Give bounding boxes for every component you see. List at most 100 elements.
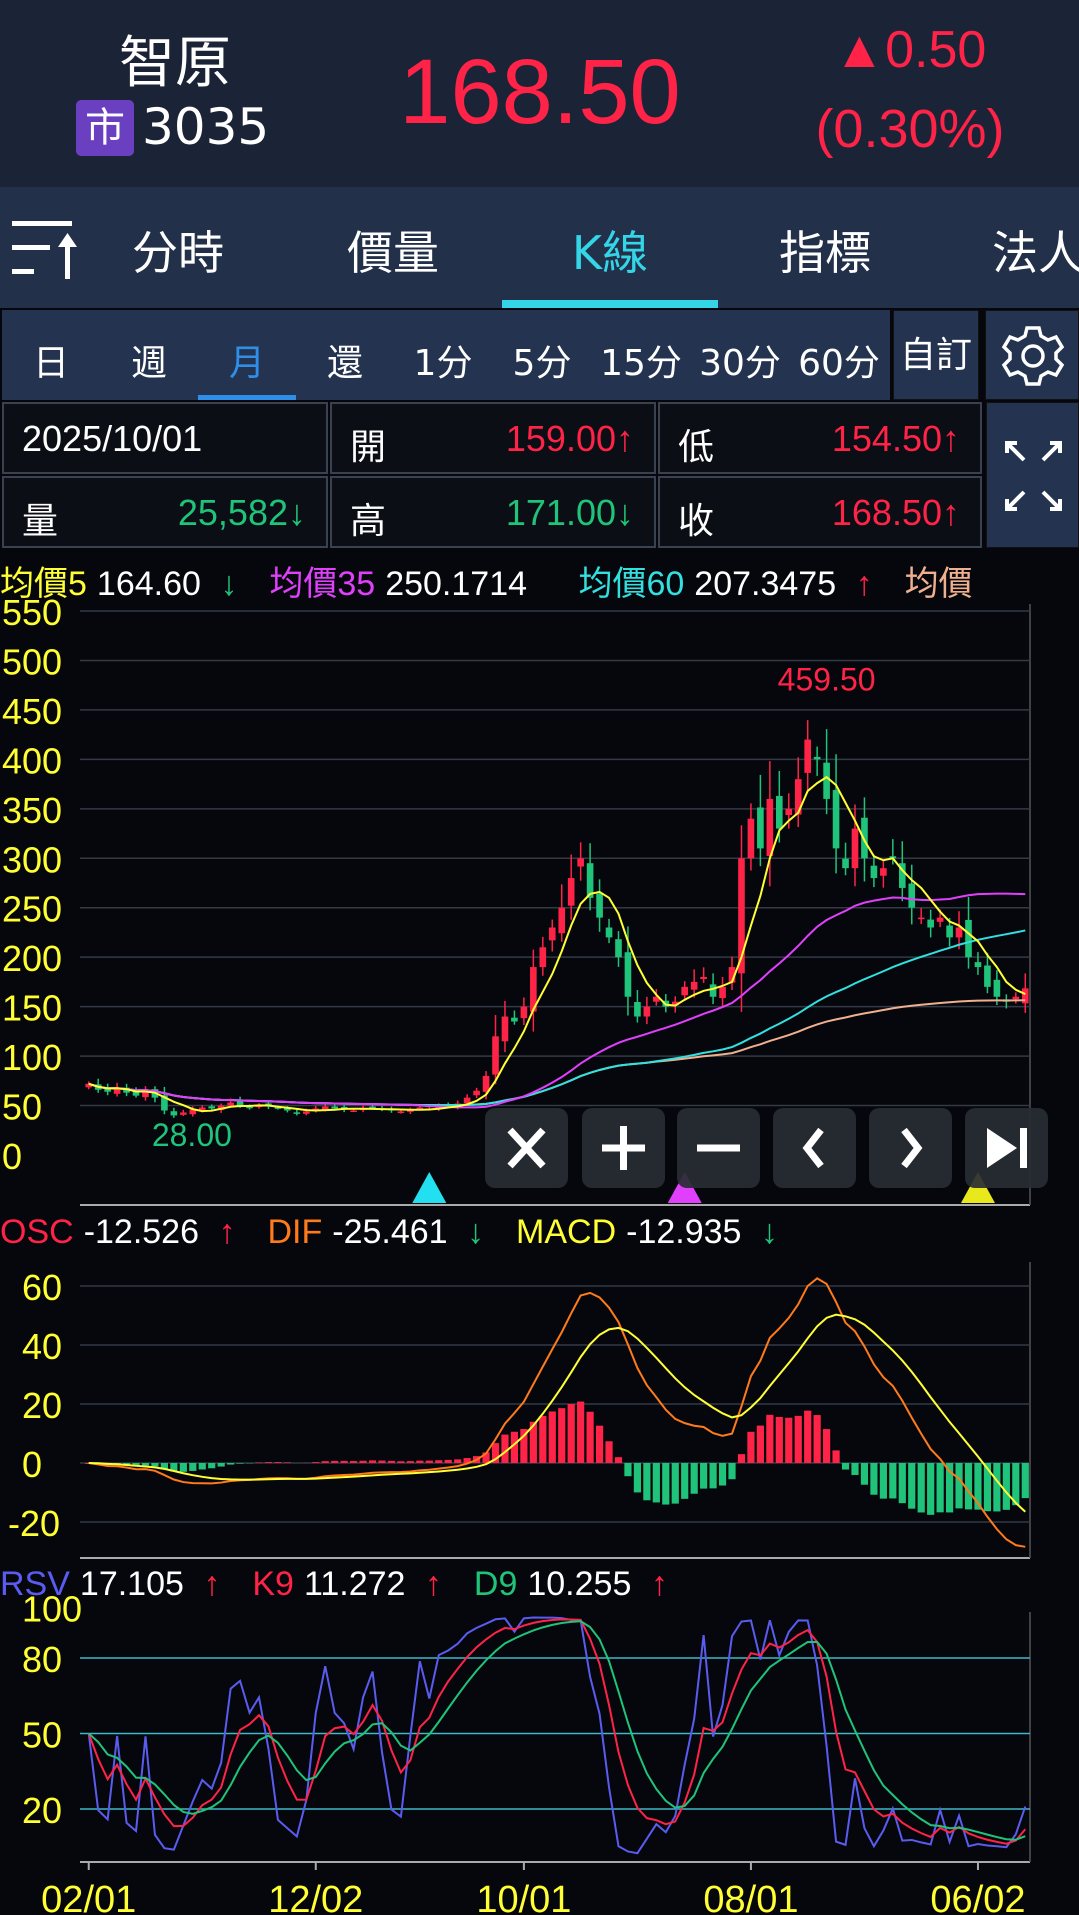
- k9-line: [87, 1618, 1027, 1845]
- macd-tick-label: 0: [22, 1444, 42, 1485]
- candle-body: [984, 965, 991, 987]
- jump-latest-button[interactable]: [965, 1108, 1048, 1188]
- candle-body: [634, 1002, 641, 1017]
- price-tick-label: 200: [2, 938, 62, 979]
- ma5-line: [88, 775, 1026, 1113]
- x-tick-label: 12/02: [268, 1879, 363, 1915]
- candle-body: [567, 878, 575, 906]
- scroll-left-button[interactable]: [773, 1108, 856, 1188]
- ma120-line: [88, 999, 1026, 1107]
- osc-bar: [879, 1463, 887, 1499]
- osc-bar: [208, 1463, 216, 1469]
- rsv-line: [87, 1616, 1027, 1855]
- osc-bar: [539, 1415, 547, 1463]
- candle-body: [804, 739, 812, 773]
- price-tick-label: 150: [2, 988, 62, 1029]
- kd-tick-label: 50: [22, 1715, 62, 1756]
- candle-body: [927, 919, 934, 928]
- candle-body: [681, 986, 689, 996]
- osc-bar: [331, 1460, 339, 1463]
- osc-bar: [406, 1461, 414, 1463]
- osc-bar: [908, 1463, 916, 1509]
- zoom-in-button[interactable]: [582, 1108, 665, 1188]
- plus-icon: [602, 1126, 645, 1170]
- candle-body: [369, 1106, 376, 1109]
- candle-body: [917, 917, 925, 920]
- osc-bar: [179, 1463, 187, 1472]
- candle-body: [180, 1112, 187, 1115]
- osc-bar: [794, 1415, 802, 1463]
- osc-bar: [690, 1463, 698, 1494]
- candle-body: [908, 883, 916, 908]
- candle-body: [775, 795, 783, 829]
- osc-bar: [321, 1461, 329, 1463]
- price-tick-label: 250: [2, 889, 62, 930]
- candle-body: [463, 1097, 471, 1104]
- scroll-right-button[interactable]: [869, 1108, 952, 1188]
- candle-body: [548, 927, 556, 941]
- candle-body: [747, 818, 755, 859]
- zoom-out-button[interactable]: [677, 1108, 760, 1188]
- candle-body: [198, 1107, 206, 1110]
- price-tick-label: 50: [2, 1087, 42, 1128]
- candle-body: [842, 858, 849, 869]
- osc-bar: [605, 1441, 613, 1463]
- candle-body: [302, 1111, 310, 1114]
- osc-bar: [964, 1463, 973, 1510]
- osc-bar: [425, 1460, 433, 1463]
- candle-body: [397, 1111, 405, 1113]
- osc-bar: [416, 1460, 424, 1463]
- osc-bar: [397, 1461, 405, 1463]
- candle-body: [757, 807, 764, 849]
- candle-body: [558, 907, 566, 934]
- osc-bar: [1021, 1463, 1029, 1499]
- osc-bar: [993, 1463, 1001, 1512]
- x-tick-label: 10/01: [476, 1879, 571, 1915]
- osc-bar: [624, 1463, 632, 1477]
- candle-body: [861, 817, 868, 859]
- close-icon: [507, 1127, 546, 1169]
- chevron-left-icon: [802, 1127, 824, 1169]
- osc-bar: [378, 1460, 386, 1463]
- osc-bar: [368, 1460, 377, 1463]
- osc-bar: [728, 1463, 736, 1480]
- osc-bar: [454, 1459, 462, 1463]
- osc-bar: [700, 1463, 708, 1489]
- price-tick-label: 400: [2, 740, 62, 781]
- candle-body: [974, 962, 982, 968]
- macd-tick-label: -20: [8, 1503, 60, 1544]
- macd-tick-label: 40: [22, 1326, 62, 1367]
- osc-bar: [595, 1425, 604, 1463]
- d9-line: [88, 1620, 1026, 1841]
- kd-tick-label: 80: [22, 1639, 62, 1680]
- candle-body: [539, 947, 547, 968]
- osc-bar: [548, 1411, 556, 1463]
- osc-bar: [435, 1460, 443, 1463]
- osc-bar: [444, 1459, 452, 1463]
- price-tick-label: 500: [2, 641, 62, 682]
- price-tick-label: 350: [2, 790, 62, 831]
- osc-bar: [141, 1463, 150, 1466]
- skip-end-icon: [987, 1128, 1027, 1168]
- osc-bar: [775, 1416, 783, 1463]
- osc-bar: [860, 1463, 869, 1485]
- osc-bar: [340, 1460, 348, 1463]
- kline-charts[interactable]: 0 50 100 150 200 250 300 350 400 450 500 550 -20 0 20 4…: [0, 0, 1079, 1915]
- price-annotation: 459.50: [778, 662, 876, 698]
- candle-body: [643, 1006, 651, 1017]
- minus-icon: [697, 1144, 740, 1152]
- osc-bar: [889, 1463, 897, 1499]
- osc-bar: [359, 1460, 367, 1463]
- osc-bar: [718, 1463, 727, 1486]
- osc-bar: [832, 1450, 840, 1463]
- osc-bar: [927, 1463, 935, 1515]
- candle-body: [624, 952, 632, 997]
- osc-bar: [274, 1462, 282, 1463]
- osc-bar: [936, 1463, 944, 1513]
- osc-bar: [189, 1463, 197, 1471]
- osc-bar: [198, 1463, 206, 1470]
- candle-body: [936, 917, 944, 922]
- candle-body: [785, 808, 793, 815]
- close-chart-button[interactable]: [485, 1108, 568, 1188]
- candle-body: [823, 762, 830, 799]
